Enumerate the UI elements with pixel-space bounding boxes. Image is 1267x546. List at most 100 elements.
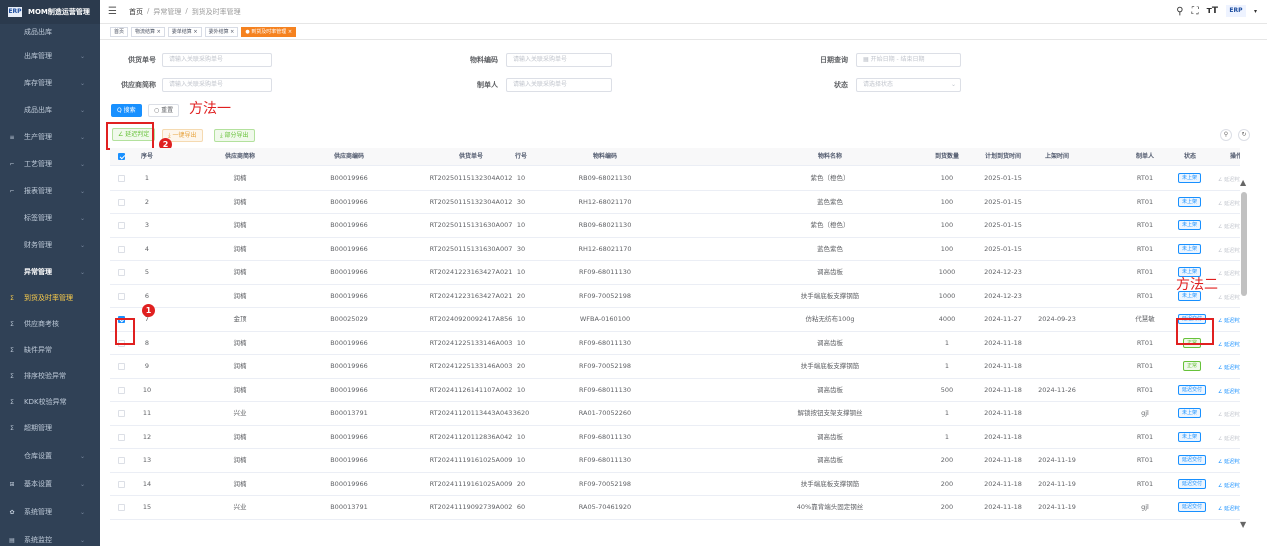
delay-judge-link[interactable]: ∠ 延迟判定 — [1218, 482, 1240, 489]
delay-judge-link[interactable]: ∠ 延迟判定 — [1218, 176, 1240, 183]
sidebar-item[interactable]: Σ KDK校验异常 — [0, 395, 100, 409]
cell-creator: 代慧敏 — [1135, 315, 1155, 323]
status-select[interactable]: 请选择状态 ⌄ — [856, 78, 961, 92]
supplier-name-input[interactable]: 请输入关联采购单号 — [162, 78, 272, 92]
sidebar-item[interactable]: 出库管理 ⌄ — [0, 49, 100, 63]
delay-judge-link[interactable]: ∠ 延迟判定 — [1218, 294, 1240, 301]
table-row[interactable]: 6 润楠 B00019966 RT20241223163427A021 20 RF09-7… — [110, 285, 1240, 308]
breadcrumb-item[interactable]: 异常管理 — [153, 7, 181, 17]
hamburger-icon[interactable]: ☰ — [108, 6, 117, 17]
cell-material: RF09-68011130 — [579, 385, 631, 394]
table-row[interactable]: 4 润楠 B00019966 RT20250115131630A007 30 RH12-6… — [110, 238, 1240, 261]
creator-input[interactable]: 请输入关联采购单号 — [506, 78, 612, 92]
delay-judge-link[interactable]: ∠ 延迟判定 — [1218, 411, 1240, 418]
select-all-checkbox[interactable] — [118, 153, 125, 160]
cell-line: 10 — [516, 338, 526, 347]
sidebar-item[interactable]: Σ 超期管理 — [0, 421, 100, 435]
fullscreen-icon[interactable]: ⛶ — [1192, 6, 1199, 17]
table-row[interactable]: 15 兴业 B00013791 RT20241119092739A002 60 RA05-… — [110, 496, 1240, 520]
sidebar-item[interactable]: 异常管理 ⌄ — [0, 265, 100, 279]
search-toggle-icon[interactable]: ⚲ — [1220, 129, 1232, 141]
sidebar-item[interactable]: ⌐ 工艺管理 ⌄ — [0, 157, 100, 171]
tab-tag[interactable]: 首页 — [110, 26, 129, 37]
reset-button[interactable]: ○ 重置 — [148, 104, 180, 117]
search-icon[interactable]: ⚲ — [1176, 6, 1183, 17]
search-button[interactable]: Q 搜索 — [111, 104, 142, 117]
table-row[interactable]: 5 润楠 B00019966 RT20241223163427A021 10 RF09-6… — [110, 261, 1240, 285]
material-code-input[interactable]: 请输入关联采购单号 — [506, 53, 612, 67]
row-checkbox[interactable] — [118, 363, 125, 370]
sidebar-item[interactable]: ⊞ 基本设置 ⌄ — [0, 477, 100, 491]
row-checkbox[interactable] — [118, 386, 125, 394]
table-row[interactable]: 10 润楠 B00019966 RT20241126141107A002 10 RF09-… — [110, 379, 1240, 402]
tab-tag[interactable]: ● 到货及时率管理 × — [241, 26, 297, 37]
status-badge: 未上架 — [1178, 431, 1202, 442]
sidebar-item[interactable]: ⌐ 报表管理 ⌄ — [0, 184, 100, 198]
tab-tag[interactable]: 物流结算 × — [131, 26, 165, 37]
table-row[interactable]: 3 润楠 B00019966 RT20250115131630A007 10 RB09-6… — [110, 214, 1240, 238]
sidebar-item[interactable]: 成品出库 ⌄ — [0, 103, 100, 117]
table-row[interactable]: 1 润楠 B00019966 RT20250115132304A012 10 RB09-6… — [110, 167, 1240, 191]
sidebar-item[interactable]: Σ 缺件异常 — [0, 343, 100, 357]
table-row[interactable]: 8 润楠 B00019966 RT20241225133146A003 10 RF09-6… — [110, 332, 1240, 355]
delay-judge-link[interactable]: ∠ 延迟判定 — [1218, 317, 1240, 324]
sidebar-item[interactable]: 财务管理 ⌄ — [0, 238, 100, 252]
row-checkbox[interactable] — [118, 410, 125, 417]
delay-judge-link[interactable]: ∠ 延迟判定 — [1218, 341, 1240, 348]
sidebar-item[interactable]: ▤ 系统监控 ⌄ — [0, 533, 100, 546]
delay-judge-link[interactable]: ∠ 延迟判定 — [1218, 247, 1240, 254]
delay-judge-link[interactable]: ∠ 延迟判定 — [1218, 270, 1240, 277]
delay-judge-link[interactable]: ∠ 延迟判定 — [1218, 505, 1240, 512]
sidebar-item[interactable]: 成品出库 — [0, 25, 100, 39]
chevron-down-icon[interactable]: ▾ — [1254, 8, 1257, 15]
breadcrumb-item[interactable]: 首页 — [129, 7, 143, 17]
sidebar-item[interactable]: Σ 排序校验异常 — [0, 369, 100, 383]
tab-tag[interactable]: 委单结算 × — [167, 26, 202, 37]
row-checkbox[interactable] — [118, 504, 125, 511]
row-checkbox[interactable] — [118, 457, 125, 464]
date-range-picker[interactable]: ▦ 开始日期 - 结束日期 — [856, 53, 961, 67]
table-row[interactable]: 14 润楠 B00019966 RT20241119161025A009 20 RF09-… — [110, 473, 1240, 496]
supply-order-input[interactable]: 请输入关联采购单号 — [162, 53, 272, 67]
delay-judge-link[interactable]: ∠ 延迟判定 — [1218, 364, 1240, 371]
row-checkbox[interactable] — [118, 222, 125, 229]
row-checkbox[interactable] — [118, 198, 125, 206]
delay-judge-link[interactable]: ∠ 延迟判定 — [1218, 223, 1240, 230]
scroll-up-icon[interactable]: ▲ — [1240, 178, 1246, 187]
cell-creator: RT01 — [1136, 362, 1154, 370]
row-checkbox[interactable] — [118, 433, 125, 441]
export-partial-button[interactable]: ⤓ 部分导出 — [214, 129, 255, 142]
row-checkbox[interactable] — [118, 292, 125, 300]
breadcrumb-item[interactable]: 到货及时率管理 — [192, 7, 241, 17]
table-row[interactable]: 12 润楠 B00019966 RT20241120112836A042 10 RF09-… — [110, 426, 1240, 449]
table-row[interactable]: 13 润楠 B00019966 RT20241119161025A009 10 RF09-… — [110, 449, 1240, 473]
tab-tag[interactable]: 委外结算 × — [204, 26, 239, 37]
table-row[interactable]: 7 金顶 B00025029 RT20240920092417A856 10 WFBA-0… — [110, 308, 1240, 332]
font-size-icon[interactable]: тT — [1207, 6, 1218, 16]
delay-judge-link[interactable]: ∠ 延迟判定 — [1218, 458, 1240, 465]
sidebar-item[interactable]: ✿ 系统管理 ⌄ — [0, 505, 100, 519]
row-checkbox[interactable] — [118, 269, 125, 276]
table-row[interactable]: 2 润楠 B00019966 RT20250115132304A012 30 RH12-6… — [110, 191, 1240, 214]
sidebar-item[interactable]: Σ 供应商考核 — [0, 317, 100, 331]
scroll-down-icon[interactable]: ▼ — [1240, 520, 1246, 529]
table-row[interactable]: 9 润楠 B00019966 RT20241225133146A003 20 RF09-7… — [110, 355, 1240, 379]
row-checkbox[interactable] — [118, 245, 125, 253]
sidebar-item[interactable]: 仓库设置 ⌄ — [0, 449, 100, 463]
delay-judge-link[interactable]: ∠ 延迟判定 — [1218, 388, 1240, 395]
table-row[interactable]: 11 兴业 B00013791 RT20241120113443A043 3620 RA0… — [110, 402, 1240, 426]
cell-no: 14 — [142, 479, 152, 488]
delay-judge-link[interactable]: ∠ 延迟判定 — [1218, 200, 1240, 207]
sidebar-item[interactable]: 库存管理 ⌄ — [0, 76, 100, 90]
delay-judge-link[interactable]: ∠ 延迟判定 — [1218, 435, 1240, 442]
row-checkbox[interactable] — [118, 175, 125, 182]
row-checkbox[interactable] — [118, 480, 125, 488]
sidebar-item[interactable]: ≡ 生产管理 ⌄ — [0, 130, 100, 144]
refresh-icon[interactable]: ↻ — [1238, 129, 1250, 141]
avatar[interactable]: ERP — [1225, 5, 1246, 17]
sidebar-item[interactable]: 标签管理 ⌄ — [0, 211, 100, 225]
vertical-scrollbar[interactable]: ▲ ▼ — [1240, 178, 1249, 529]
scroll-thumb[interactable] — [1241, 192, 1247, 296]
sidebar-item[interactable]: Σ 到货及时率管理 — [0, 291, 100, 305]
cell-line: 3620 — [512, 409, 530, 417]
